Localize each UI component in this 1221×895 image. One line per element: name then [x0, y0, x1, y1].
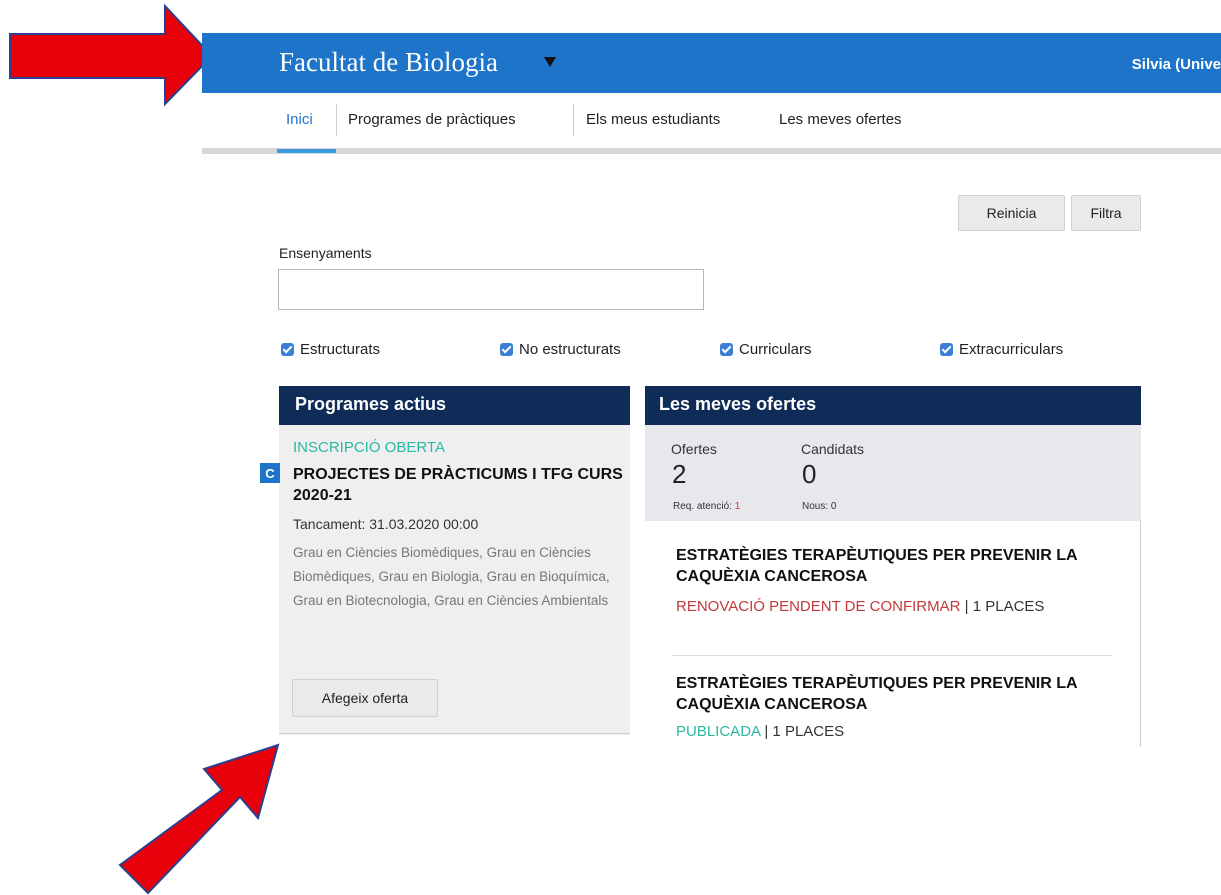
- checkbox-label: Extracurriculars: [959, 341, 1064, 358]
- checkbox-no-estructurats[interactable]: No estructurats: [500, 341, 621, 358]
- candidates-label: Candidats: [801, 441, 865, 457]
- tab-separator: [573, 104, 574, 136]
- active-tab-indicator: [277, 149, 336, 153]
- app-header: Facultat de Biologia Silvia (Unive: [202, 33, 1221, 93]
- meves-ofertes-header: Les meves ofertes: [645, 386, 1141, 425]
- program-status: INSCRIPCIÓ OBERTA: [293, 439, 445, 456]
- offer-title[interactable]: ESTRATÈGIES TERAPÈUTIQUES PER PREVENIR L…: [676, 545, 1096, 587]
- checkbox-estructurats[interactable]: Estructurats: [281, 341, 380, 358]
- program-title[interactable]: PROJECTES DE PRÀCTICUMS I TFG CURS 2020-…: [293, 464, 623, 506]
- tab-separator: [336, 104, 337, 136]
- checked-icon[interactable]: [500, 343, 513, 356]
- reset-button[interactable]: Reinicia: [958, 195, 1065, 231]
- new-candidates: Nous: 0: [802, 501, 837, 512]
- checkbox-label: Curriculars: [739, 341, 812, 358]
- ensenyaments-input[interactable]: [278, 269, 704, 310]
- program-closing-date: Tancament: 31.03.2020 00:00: [293, 516, 479, 532]
- checked-icon[interactable]: [720, 343, 733, 356]
- caret-down-icon[interactable]: [544, 57, 556, 67]
- attention-count: 1: [734, 501, 741, 512]
- attention-required: Req. atenció: 1: [673, 501, 740, 512]
- offers-stats: Ofertes 2 Req. atenció: 1 Candidats 0 No…: [645, 425, 1141, 521]
- checked-icon[interactable]: [281, 343, 294, 356]
- add-offer-button[interactable]: Afegeix oferta: [292, 679, 438, 717]
- annotation-arrow-up-right-icon: [118, 743, 280, 895]
- offer-places: | 1 PLACES: [760, 723, 845, 740]
- ensenyaments-label: Ensenyaments: [279, 245, 372, 261]
- offer-status: PUBLICADA: [676, 723, 761, 740]
- offer-divider: [672, 655, 1112, 656]
- main-tabs: Inici Programes de pràctiques Els meus e…: [202, 94, 1221, 152]
- checkbox-label: Estructurats: [300, 341, 381, 358]
- offers-count: 2: [672, 459, 687, 489]
- panel-title: Les meves ofertes: [659, 394, 817, 414]
- program-type-badge: C: [260, 463, 280, 483]
- user-menu[interactable]: Silvia (Unive: [1132, 56, 1221, 73]
- offer-meta: PUBLICADA | 1 PLACES: [676, 722, 1096, 742]
- checkbox-label: No estructurats: [519, 341, 621, 358]
- offer-meta: RENOVACIÓ PENDENT DE CONFIRMAR | 1 PLACE…: [676, 597, 1096, 617]
- program-degrees: Grau en Ciències Biomèdiques, Grau en Ci…: [293, 545, 610, 608]
- candidates-count: 0: [802, 459, 817, 489]
- faculty-name[interactable]: Facultat de Biologia: [279, 47, 498, 78]
- tab-programes[interactable]: Programes de pràctiques: [348, 111, 516, 128]
- tab-inici[interactable]: Inici: [286, 111, 313, 128]
- checked-icon[interactable]: [940, 343, 953, 356]
- panel-border: [1140, 521, 1141, 747]
- checkbox-curriculars[interactable]: Curriculars: [720, 341, 812, 358]
- tab-ofertes[interactable]: Les meves ofertes: [779, 111, 902, 128]
- offer-status: RENOVACIÓ PENDENT DE CONFIRMAR: [676, 598, 961, 615]
- attention-label: Req. atenció:: [673, 501, 735, 512]
- panel-title: Programes actius: [295, 394, 447, 414]
- panel-divider: [279, 733, 630, 734]
- checkbox-extracurriculars[interactable]: Extracurriculars: [940, 341, 1063, 358]
- tab-estudiants[interactable]: Els meus estudiants: [586, 111, 720, 128]
- annotation-arrow-right-icon: [9, 3, 214, 107]
- offers-label: Ofertes: [671, 441, 717, 457]
- programes-actius-header: Programes actius: [279, 386, 630, 425]
- offer-title[interactable]: ESTRATÈGIES TERAPÈUTIQUES PER PREVENIR L…: [676, 673, 1096, 715]
- offer-places: | 1 PLACES: [960, 598, 1045, 615]
- filter-button[interactable]: Filtra: [1071, 195, 1141, 231]
